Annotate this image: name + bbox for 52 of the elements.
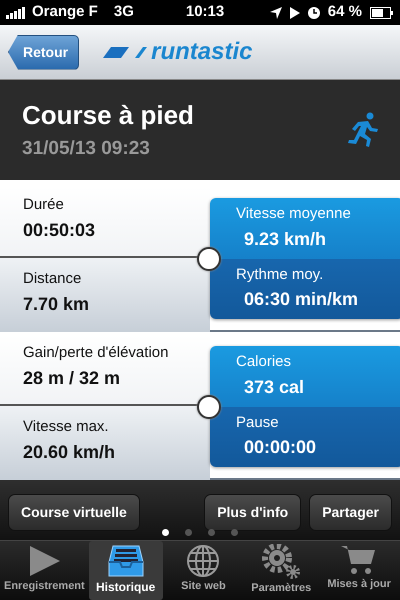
runner-icon bbox=[348, 112, 378, 148]
activity-date: 31/05/13 09:23 bbox=[22, 137, 151, 162]
stat-value: 00:00:00 bbox=[243, 436, 318, 459]
stat-value: 06:30 min/km bbox=[243, 288, 360, 311]
tray-icon bbox=[106, 544, 145, 578]
stat-value: 373 cal bbox=[243, 376, 306, 398]
activity-title: Course à pied bbox=[22, 99, 194, 132]
globe-icon bbox=[186, 544, 220, 578]
stat-label: Distance bbox=[23, 269, 82, 289]
stat-value: 00:50:03 bbox=[23, 218, 96, 242]
stat-label: Calories bbox=[236, 352, 292, 372]
page-dot[interactable] bbox=[185, 529, 192, 536]
logo-text: runtastic bbox=[151, 37, 252, 67]
stat-label: Pause bbox=[236, 412, 280, 432]
clock-icon bbox=[308, 6, 320, 18]
stat-value: 9.23 km/h bbox=[243, 228, 328, 250]
tab-label: Enregistrement bbox=[4, 579, 85, 594]
back-button[interactable]: Retour bbox=[8, 34, 80, 70]
action-button[interactable]: Plus d'info bbox=[204, 494, 302, 531]
tab-item[interactable]: Mises à jour bbox=[322, 541, 396, 600]
tab-item[interactable]: Enregistrement bbox=[4, 541, 85, 600]
stat-label: Vitesse moyenne bbox=[236, 204, 352, 224]
tab-item[interactable]: Paramètres bbox=[244, 541, 318, 600]
carrier-name: Orange F bbox=[32, 2, 98, 22]
action-button[interactable]: Course virtuelle bbox=[8, 494, 140, 531]
swoosh-icon bbox=[103, 45, 148, 59]
tab-label: Historique bbox=[96, 579, 156, 596]
cart-icon bbox=[341, 544, 378, 576]
stat-value: 28 m / 32 m bbox=[23, 366, 122, 390]
page-dot[interactable] bbox=[208, 529, 215, 536]
stat-value: 7.70 km bbox=[23, 292, 90, 316]
tab-item[interactable]: Historique bbox=[88, 541, 163, 600]
gears-icon bbox=[261, 544, 302, 580]
network-type: 3G bbox=[114, 2, 134, 22]
signal-icon bbox=[6, 6, 28, 18]
play-icon bbox=[290, 6, 300, 18]
battery-icon bbox=[370, 6, 394, 18]
stat-label: Rythme moy. bbox=[236, 264, 324, 284]
tab-label: Paramètres bbox=[251, 581, 312, 596]
page-dot[interactable] bbox=[231, 529, 238, 536]
battery-percent: 64 % bbox=[328, 2, 362, 22]
action-button[interactable]: Partager bbox=[309, 494, 392, 531]
stat-label: Gain/perte d'élévation bbox=[23, 343, 170, 363]
stat-value: 20.60 km/h bbox=[23, 440, 116, 464]
clock-time: 10:13 bbox=[186, 2, 224, 22]
tab-label: Mises à jour bbox=[327, 577, 391, 592]
stat-label: Vitesse max. bbox=[23, 417, 110, 437]
tab-label: Site web bbox=[181, 579, 226, 594]
page-dot[interactable] bbox=[162, 529, 169, 536]
stat-label: Durée bbox=[23, 195, 65, 215]
tab-item[interactable]: Site web bbox=[166, 541, 240, 600]
location-icon bbox=[270, 6, 282, 18]
